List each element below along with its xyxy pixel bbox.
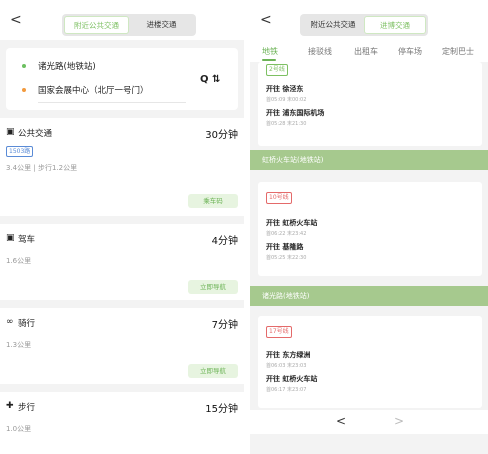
origin-field[interactable]: 诸光路(地铁站): [38, 60, 96, 72]
schedule-times: 首05:28 末21:30: [266, 121, 307, 127]
drive-time: 4分钟: [211, 236, 238, 247]
bike-label: 骑行: [18, 319, 36, 329]
walk-icon: ✚: [6, 401, 14, 411]
back-button[interactable]: <: [10, 12, 22, 28]
schedule-times: 首05:09 末00:02: [266, 97, 307, 103]
schedule-times: 首06:17 末23:07: [266, 387, 307, 393]
direction-label: 开往 东方绿洲: [266, 351, 311, 359]
drive-option-card[interactable]: ▣ 驾车 4分钟 1.6公里 立即导航: [0, 224, 244, 300]
active-tab-indicator: [262, 59, 276, 61]
drive-navigate-button[interactable]: 立即导航: [188, 280, 238, 294]
line-badge: 17号线: [266, 326, 292, 338]
swap-icon[interactable]: ⇅: [212, 74, 220, 85]
direction-label: 开往 基隆路: [266, 243, 304, 251]
tab-subway[interactable]: 地铁: [262, 46, 278, 57]
destination-dot: [22, 88, 26, 92]
bike-distance: 1.3公里: [6, 341, 32, 349]
bus-line-badge: 1503路: [6, 146, 34, 157]
schedule-times: 首06:03 末23:03: [266, 363, 307, 369]
line-badge: 10号线: [266, 192, 292, 204]
line-badge: 2号线: [266, 64, 288, 76]
direction-label: 开往 虹桥火车站: [266, 375, 318, 383]
tab-nearby-transit[interactable]: 附近公共交通: [302, 16, 364, 34]
tab-parking[interactable]: 停车场: [398, 46, 422, 57]
transport-type-tabs: 地铁 接驳线 出租车 停车场 定制巴士: [250, 40, 488, 62]
transit-time: 30分钟: [205, 130, 238, 141]
bus-icon: ▣: [6, 127, 15, 137]
header: < 附近公共交通 进楼交通: [0, 0, 244, 40]
bottom-pager: < >: [250, 410, 488, 434]
bike-option-card[interactable]: ∞ 骑行 7分钟 1.3公里 立即导航: [0, 308, 244, 384]
destination-field[interactable]: 国家会展中心（北厅一号门）: [38, 84, 149, 96]
bike-icon: ∞: [6, 317, 14, 327]
route-divider: [38, 102, 186, 103]
station-header-zhuguang: 诸光路(地铁站): [250, 286, 488, 306]
transit-option-card[interactable]: ▣ 公共交通 30分钟 1503路 3.4公里 | 步行1.2公里 乘车码: [0, 118, 244, 216]
car-icon: ▣: [6, 233, 15, 243]
venue-transit-panel: < 附近公共交通 进博交通 地铁 接驳线 出租车 停车场 定制巴士 2号线 开往…: [250, 0, 488, 454]
walk-label: 步行: [18, 403, 36, 413]
transit-distance: 3.4公里 | 步行1.2公里: [6, 164, 78, 172]
schedule-times: 首06:22 末23:42: [266, 231, 307, 237]
transit-segment-control: 附近公共交通 进博交通: [300, 14, 428, 36]
origin-dot: [22, 64, 26, 68]
direction-label: 开往 浦东国际机场: [266, 109, 325, 117]
route-card: 诸光路(地铁站) 国家会展中心（北厅一号门） Q ⇅: [6, 48, 238, 110]
nearby-transit-panel: < 附近公共交通 进楼交通 诸光路(地铁站) 国家会展中心（北厅一号门） Q ⇅…: [0, 0, 244, 454]
header: < 附近公共交通 进博交通: [250, 0, 488, 40]
bike-navigate-button[interactable]: 立即导航: [188, 364, 238, 378]
tab-shuttle[interactable]: 接驳线: [308, 46, 332, 57]
direction-label: 开往 虹桥火车站: [266, 219, 318, 227]
line-17-card: 17号线 开往 东方绿洲 首06:03 末23:03 开往 虹桥火车站 首06:…: [258, 316, 482, 408]
back-button[interactable]: <: [260, 12, 272, 28]
tab-custom-bus[interactable]: 定制巴士: [442, 46, 474, 57]
bike-time: 7分钟: [211, 320, 238, 331]
line-2-card: 2号线 开往 徐泾东 首05:09 末00:02 开往 浦东国际机场 首05:2…: [258, 62, 482, 146]
tab-taxi[interactable]: 出租车: [354, 46, 378, 57]
drive-distance: 1.6公里: [6, 257, 32, 265]
walk-distance: 1.0公里: [6, 425, 32, 433]
drive-label: 驾车: [18, 235, 36, 245]
transit-label: 公共交通: [18, 129, 53, 139]
ride-code-button[interactable]: 乘车码: [188, 194, 238, 208]
next-page-icon[interactable]: >: [394, 414, 404, 428]
transit-segment-control: 附近公共交通 进楼交通: [62, 14, 196, 36]
station-header-hongqiao: 虹桥火车站(地铁站): [250, 150, 488, 170]
tab-venue-transit[interactable]: 进楼交通: [129, 16, 194, 34]
line-10-card: 10号线 开往 虹桥火车站 首06:22 末23:42 开往 基隆路 首05:2…: [258, 182, 482, 276]
schedule-times: 首05:25 末22:30: [266, 255, 307, 261]
walk-time: 15分钟: [205, 404, 238, 415]
tab-nearby-transit[interactable]: 附近公共交通: [64, 16, 129, 34]
tab-venue-transit[interactable]: 进博交通: [364, 16, 426, 34]
prev-page-icon[interactable]: <: [336, 414, 346, 428]
direction-label: 开往 徐泾东: [266, 85, 304, 93]
walk-option-card[interactable]: ✚ 步行 15分钟 1.0公里: [0, 392, 244, 454]
search-icon[interactable]: Q: [200, 74, 209, 85]
